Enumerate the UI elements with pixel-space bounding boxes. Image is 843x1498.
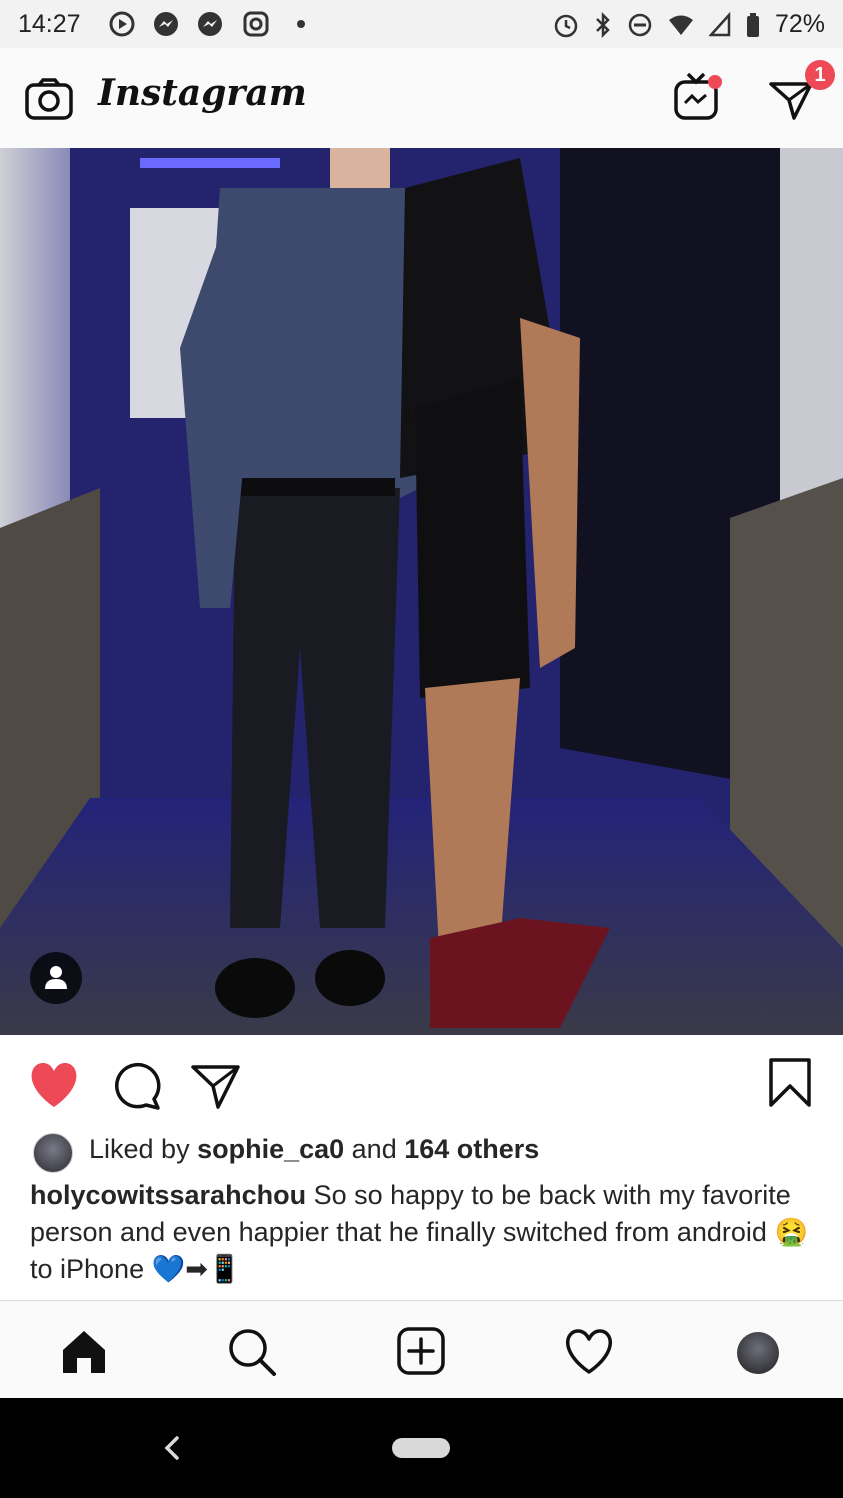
- messenger-icon: [198, 12, 222, 36]
- likes-text[interactable]: Liked by sophie_ca0 and 164 others: [89, 1134, 539, 1165]
- media-player-icon: [109, 11, 135, 37]
- person-icon: [45, 966, 67, 989]
- home-pill[interactable]: [392, 1438, 450, 1458]
- comment-icon[interactable]: [110, 1061, 162, 1111]
- direct-badge: 1: [805, 60, 835, 90]
- profile-icon[interactable]: [737, 1332, 779, 1374]
- messenger-icon: [154, 12, 178, 36]
- alarm-icon: [554, 14, 578, 37]
- back-icon[interactable]: [160, 1434, 184, 1462]
- likes-user[interactable]: sophie_ca0: [197, 1134, 344, 1164]
- likes-count[interactable]: 164 others: [404, 1134, 539, 1164]
- post-caption: holycowitssarahchou So so happy to be ba…: [30, 1177, 820, 1288]
- do-not-disturb-icon: [628, 13, 652, 36]
- share-icon[interactable]: [190, 1061, 242, 1111]
- new-post-icon[interactable]: [396, 1326, 446, 1376]
- battery-percent: 72%: [774, 10, 825, 38]
- camera-icon[interactable]: [24, 77, 74, 121]
- cell-signal-icon: [708, 11, 731, 36]
- igtv-icon[interactable]: [672, 70, 722, 122]
- tagged-people-button[interactable]: [30, 952, 82, 1004]
- heart-icon[interactable]: [28, 1061, 80, 1109]
- likes-row: Liked by sophie_ca0 and 164 others: [33, 1130, 833, 1173]
- bookmark-icon[interactable]: [766, 1057, 814, 1109]
- wifi-icon: [668, 15, 693, 35]
- post-photo[interactable]: [0, 148, 843, 1035]
- status-time: 14:27: [18, 10, 81, 38]
- caption-username[interactable]: holycowitssarahchou: [30, 1180, 306, 1210]
- instagram-logo[interactable]: Instagram: [98, 72, 307, 114]
- direct-message-button[interactable]: 1: [762, 48, 843, 148]
- bluetooth-icon: [596, 11, 610, 38]
- post-actions: [0, 1035, 843, 1130]
- likes-prefix: Liked by: [89, 1134, 198, 1164]
- post-photo-illustration: [0, 148, 843, 1035]
- liker-avatar[interactable]: [33, 1133, 73, 1173]
- activity-icon[interactable]: [563, 1328, 615, 1376]
- bottom-nav: [0, 1300, 843, 1399]
- likes-mid: and: [344, 1134, 405, 1164]
- dot-icon: [297, 20, 305, 28]
- home-icon[interactable]: [60, 1328, 108, 1376]
- system-nav-bar: [0, 1398, 843, 1498]
- status-bar: 14:27 72%: [0, 0, 843, 48]
- status-right: 72%: [553, 10, 825, 39]
- battery-icon: [746, 12, 759, 37]
- search-icon[interactable]: [226, 1326, 278, 1378]
- instagram-icon: [243, 11, 269, 37]
- app-header: Instagram 1: [0, 48, 843, 149]
